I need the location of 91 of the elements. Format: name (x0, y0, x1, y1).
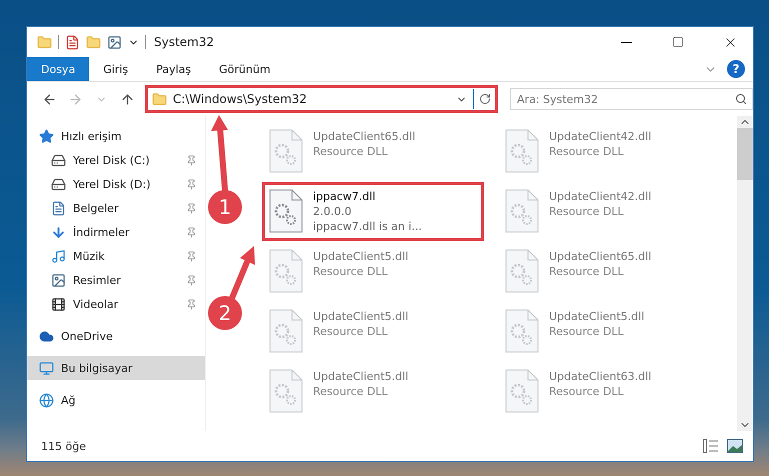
help-button[interactable]: ? (727, 60, 745, 78)
file-name: UpdateClient5.dll (549, 309, 644, 324)
file-detail: Resource DLL (313, 324, 389, 339)
file-name: UpdateClient5.dll (313, 369, 408, 384)
file-detail: Resource DLL (549, 144, 625, 159)
search-field[interactable]: Ara: System32 (510, 88, 754, 110)
file-detail: Resource DLL (549, 384, 625, 399)
item-count: 115 öğe (41, 440, 87, 452)
sidebar-item[interactable]: Resimler (27, 268, 205, 292)
file-gears-icon (505, 369, 539, 413)
search-icon[interactable] (735, 93, 748, 105)
maximize-icon (672, 36, 684, 48)
file-detail: Resource DLL (549, 264, 625, 279)
file-tile[interactable]: UpdateClient5.dll Resource DLL (498, 302, 734, 360)
pointer-arrow (229, 246, 255, 301)
ribbon-tab[interactable]: Giriş (89, 57, 142, 81)
file-detail: 2.0.0.0 (313, 204, 352, 219)
pin-icon[interactable] (186, 274, 197, 286)
sidebar-item[interactable]: Belgeler (27, 196, 205, 220)
file-name: UpdateClient65.dll (549, 249, 652, 264)
file-tile[interactable]: UpdateClient5.dll Resource DLL (262, 362, 498, 420)
file-gears-icon (269, 189, 303, 233)
file-gears-icon (505, 189, 539, 233)
cloud-icon (39, 328, 54, 344)
file-tile[interactable]: UpdateClient5.dll Resource DLL (262, 302, 498, 360)
file-detail: Resource DLL (549, 324, 625, 339)
sidebar-item[interactable]: OneDrive (27, 324, 205, 348)
sidebar-item[interactable]: Müzik (27, 244, 205, 268)
sidebar-item[interactable]: Videolar (27, 292, 205, 316)
file-tile[interactable]: UpdateClient63.dll Resource DLL (498, 362, 734, 420)
drive-icon (51, 176, 66, 192)
file-tile[interactable]: UpdateClient42.dll Resource DLL (498, 182, 734, 240)
pin-icon[interactable] (186, 250, 197, 262)
globe-icon (39, 392, 54, 408)
film-icon (51, 296, 66, 312)
sidebar-item[interactable]: Yerel Disk (D:) (27, 172, 205, 196)
file-name: UpdateClient5.dll (313, 309, 408, 324)
file-name: UpdateClient63.dll (549, 369, 652, 384)
file-name: ippacw7.dll (313, 189, 376, 204)
file-gears-icon (269, 249, 303, 293)
music-note-icon (51, 248, 66, 264)
sidebar-item[interactable]: İndirmeler (27, 220, 205, 244)
document-icon (51, 200, 66, 216)
pin-icon[interactable] (186, 202, 197, 214)
file-gears-icon (505, 129, 539, 173)
window-title: System32 (154, 35, 216, 49)
folder-icon[interactable] (86, 34, 101, 50)
forward-arrow-icon (68, 92, 84, 106)
pin-icon[interactable] (186, 154, 197, 166)
address-bar[interactable]: C:\Windows\System32 (144, 85, 498, 113)
file-tile[interactable]: UpdateClient5.dll Resource DLL (262, 242, 498, 300)
scrollbar[interactable] (737, 116, 753, 431)
file-name: UpdateClient65.dll (313, 129, 416, 144)
file-detail: Resource DLL (313, 264, 389, 279)
download-icon (51, 224, 66, 240)
file-name: UpdateClient42.dll (549, 189, 652, 204)
file-gears-icon (269, 309, 303, 353)
file-tile[interactable]: UpdateClient42.dll Resource DLL (498, 122, 734, 180)
scroll-thumb[interactable] (737, 128, 753, 180)
star-icon (39, 128, 54, 144)
file-gears-icon (505, 309, 539, 353)
sidebar-item[interactable]: Hızlı erişim (27, 124, 205, 148)
file-detail: Resource DLL (549, 204, 625, 219)
file-tile[interactable]: ippacw7.dll 2.0.0.0 ippacw7.dll is an i... (262, 182, 484, 241)
ribbon-tab[interactable]: Dosya (27, 57, 90, 81)
file-detail: ippacw7.dll is an i... (313, 219, 422, 234)
refresh-icon (478, 93, 491, 105)
pin-icon[interactable] (186, 226, 197, 238)
file-gears-icon (269, 129, 303, 173)
details-view-icon[interactable] (703, 439, 719, 453)
sidebar-item[interactable]: Bu bilgisayar (27, 356, 205, 380)
folder-icon (152, 92, 167, 106)
large-icons-view-icon[interactable] (727, 439, 743, 453)
file-tile[interactable]: UpdateClient65.dll Resource DLL (262, 122, 498, 180)
file-tile[interactable]: UpdateClient65.dll Resource DLL (498, 242, 734, 300)
file-gears-icon (269, 369, 303, 413)
pin-icon[interactable] (186, 178, 197, 190)
file-detail: Resource DLL (313, 144, 389, 159)
file-name: UpdateClient42.dll (549, 129, 652, 144)
ribbon-tab[interactable]: Paylaş (142, 57, 205, 81)
pin-icon[interactable] (186, 298, 197, 310)
monitor-icon (39, 360, 54, 376)
ribbon-tab[interactable]: Görünüm (205, 57, 284, 81)
file-gears-icon (505, 249, 539, 293)
picture-icon (51, 272, 66, 288)
drive-icon (51, 152, 66, 168)
file-name: UpdateClient5.dll (313, 249, 408, 264)
folder-icon[interactable] (37, 34, 52, 50)
file-detail: Resource DLL (313, 384, 389, 399)
sidebar-item[interactable]: Ağ (27, 388, 205, 412)
sidebar-item[interactable]: Yerel Disk (C:) (27, 148, 205, 172)
